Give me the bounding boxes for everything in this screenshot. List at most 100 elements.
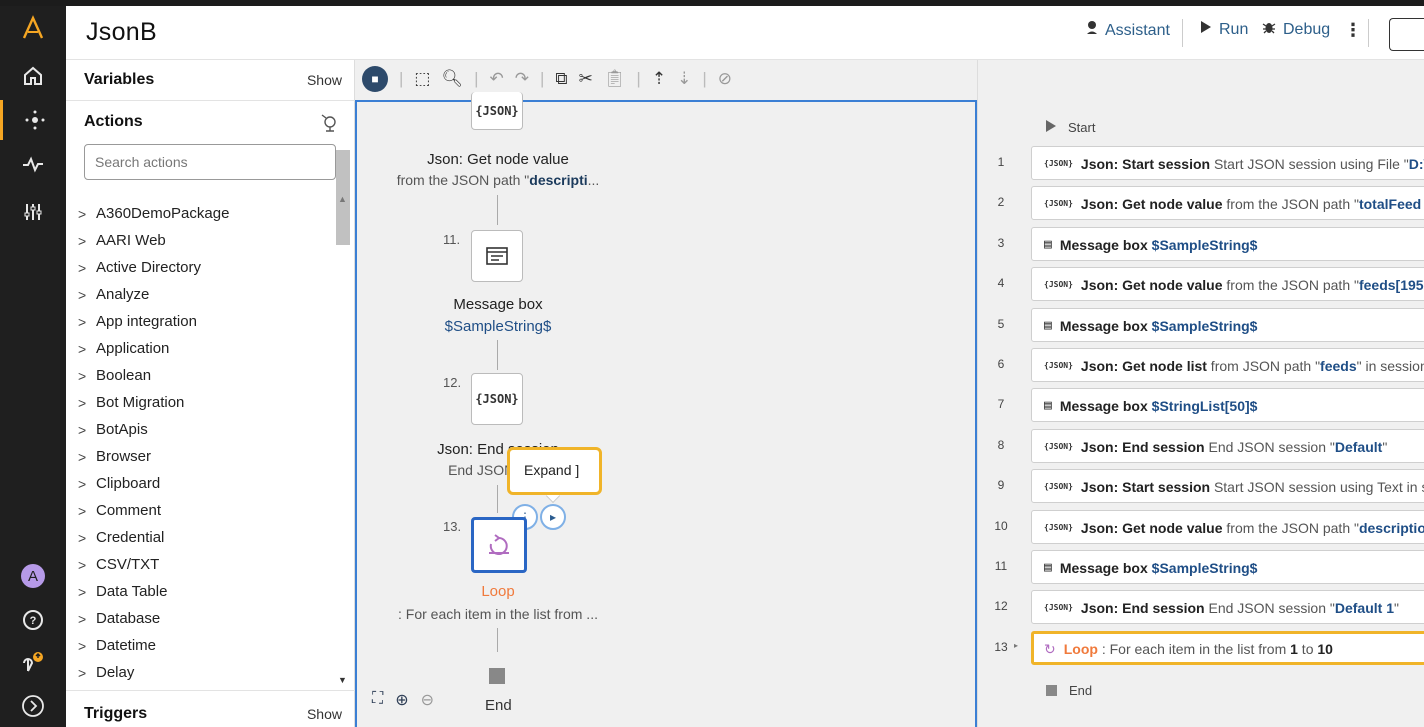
list-row[interactable]: 8 {JSON} Json: End session End JSON sessio… — [978, 426, 1424, 466]
row-card[interactable]: {JSON} Json: End session End JSON session… — [1031, 428, 1424, 463]
list-row[interactable]: 4 {JSON} Json: Get node value from the JSO… — [978, 264, 1424, 304]
close-button-partial[interactable] — [1389, 18, 1424, 51]
action-category[interactable]: > Active Directory — [78, 254, 334, 281]
action-category[interactable]: > Bot Migration — [78, 389, 334, 416]
action-category[interactable]: > Analyze — [78, 281, 334, 308]
fit-screen-icon[interactable]: ⛶ — [372, 690, 383, 710]
list-row[interactable]: 12 {JSON} Json: End session End JSON sessi… — [978, 587, 1424, 627]
expand-rail-icon[interactable] — [0, 686, 66, 726]
list-row[interactable]: 1 {JSON} Json: Start session Start JSON se… — [978, 143, 1424, 183]
logo-icon[interactable] — [0, 8, 66, 48]
action-category[interactable]: > A360DemoPackage — [78, 200, 334, 227]
list-row[interactable]: 11 ▤ Message box $SampleString$ — [978, 547, 1424, 587]
more-options-icon[interactable]: ⋮ — [1344, 20, 1362, 41]
action-text: End JSON session " — [1204, 600, 1335, 617]
expand-arrow-icon[interactable]: ▸ — [1014, 641, 1018, 650]
row-number: 9 — [997, 478, 1005, 493]
list-row[interactable]: 9 {JSON} Json: Start session Start JSON se… — [978, 466, 1424, 506]
list-row[interactable]: 2 {JSON} Json: Get node value from the JSO… — [978, 183, 1424, 223]
end-row: End — [1046, 683, 1092, 698]
redo-icon[interactable]: ↷ — [515, 69, 529, 89]
list-row[interactable]: 6 {JSON} Json: Get node list from JSON pat… — [978, 345, 1424, 385]
action-category[interactable]: > Boolean — [78, 362, 334, 389]
action-category[interactable]: > AARI Web — [78, 227, 334, 254]
bots-icon[interactable] — [0, 100, 66, 140]
move-up-icon[interactable]: ⇡ — [652, 69, 666, 89]
row-card[interactable]: ▤ Message box $SampleString$ — [1031, 226, 1424, 261]
action-category-label: Database — [96, 610, 161, 627]
list-row[interactable]: 5 ▤ Message box $SampleString$ — [978, 305, 1424, 345]
message-box-icon[interactable] — [471, 230, 523, 282]
chevron-right-icon: > — [78, 394, 87, 411]
search-icon[interactable]: 🔍︎ — [441, 69, 463, 89]
chevron-right-icon: > — [78, 286, 87, 303]
list-row[interactable]: 10 {JSON} Json: Get node value from the JS… — [978, 507, 1424, 547]
row-card[interactable]: {JSON} Json: Get node value from the JSON… — [1031, 186, 1424, 221]
home-icon[interactable] — [0, 56, 66, 96]
action-category[interactable]: > CSV/TXT — [78, 551, 334, 578]
disable-icon[interactable]: ⊘ — [718, 69, 732, 89]
scroll-down-arrow[interactable]: ▼ — [338, 675, 347, 685]
paste-icon[interactable]: 📋︎ — [604, 69, 626, 89]
chevron-right-icon: > — [78, 475, 87, 492]
zoom-out-icon[interactable]: ⊖ — [421, 690, 434, 710]
expand-node-icon[interactable]: ▸ — [540, 504, 566, 530]
action-category[interactable]: > Comment — [78, 497, 334, 524]
row-card[interactable]: ▤ Message box $StringList[50]$ — [1031, 388, 1424, 423]
json-node-icon[interactable]: {JSON} — [471, 92, 523, 130]
row-card[interactable]: {JSON} Json: Get node value from the JSON… — [1031, 267, 1424, 302]
action-value: $SampleString$ — [1151, 560, 1258, 576]
activity-icon[interactable] — [0, 144, 66, 184]
cut-icon[interactable]: ✂ — [579, 69, 593, 89]
action-category[interactable]: > Delay — [78, 659, 334, 686]
chevron-right-icon: > — [78, 421, 87, 438]
action-category-label: Clipboard — [96, 475, 161, 492]
row-card[interactable]: ▤ Message box $SampleString$ — [1031, 307, 1424, 342]
variables-show-button[interactable]: Show — [307, 72, 342, 88]
action-category-label: BotApis — [96, 421, 148, 438]
assistant-button[interactable]: Assistant — [1086, 20, 1170, 41]
row-card[interactable]: {JSON} Json: Start session Start JSON ses… — [1031, 469, 1424, 504]
json-icon: {JSON} — [1044, 441, 1073, 451]
debug-button[interactable]: Debug — [1262, 20, 1330, 39]
location-alert-icon[interactable] — [0, 642, 66, 682]
actions-heading: Actions — [84, 113, 143, 130]
search-actions-input[interactable]: Search actions — [84, 144, 336, 180]
row-card[interactable]: ▤ Message box $SampleString$ — [1031, 550, 1424, 584]
row-card[interactable]: {JSON} Json: End session End JSON session… — [1031, 590, 1424, 625]
zoom-in-icon[interactable]: ⊕ — [395, 690, 408, 710]
list-row[interactable]: 3 ▤ Message box $SampleString$ — [978, 224, 1424, 264]
scroll-up-arrow[interactable]: ▲ — [338, 194, 347, 204]
package-manager-icon[interactable] — [319, 112, 339, 137]
row-number: 2 — [997, 195, 1005, 210]
triggers-show-button[interactable]: Show — [307, 706, 342, 722]
row-card[interactable]: {JSON} Json: Start session Start JSON ses… — [1031, 146, 1424, 180]
undo-icon[interactable]: ↶ — [490, 69, 504, 89]
list-row-loop[interactable]: 13 ▸ ↻ Loop : For each item in the list … — [978, 628, 1424, 668]
record-icon[interactable]: ■ — [362, 66, 388, 92]
select-area-icon[interactable]: ⬚ — [414, 69, 430, 89]
move-down-icon[interactable]: ⇣ — [677, 69, 691, 89]
divider — [66, 100, 355, 101]
action-category[interactable]: > App integration — [78, 308, 334, 335]
action-category[interactable]: > Credential — [78, 524, 334, 551]
json-node-icon[interactable]: {JSON} — [471, 373, 523, 425]
row-card[interactable]: {JSON} Json: Get node value from the JSON… — [1031, 509, 1424, 544]
node-title: Message box — [453, 296, 543, 313]
action-category[interactable]: > Database — [78, 605, 334, 632]
run-button[interactable]: Run — [1200, 20, 1248, 39]
action-category[interactable]: > Datetime — [78, 632, 334, 659]
action-category[interactable]: > BotApis — [78, 416, 334, 443]
copy-icon[interactable]: ⧉ — [555, 69, 567, 89]
help-icon[interactable]: ? — [0, 600, 66, 640]
loop-icon[interactable] — [471, 517, 527, 573]
settings-sliders-icon[interactable] — [0, 192, 66, 232]
loop-row-card[interactable]: ↻ Loop : For each item in the list from … — [1031, 631, 1424, 665]
list-row[interactable]: 7 ▤ Message box $StringList[50]$ — [978, 385, 1424, 425]
action-category[interactable]: > Data Table — [78, 578, 334, 605]
action-category[interactable]: > Application — [78, 335, 334, 362]
node-subtitle: End JSON sessi — [448, 462, 550, 478]
avatar[interactable]: A — [0, 556, 66, 596]
row-card[interactable]: {JSON} Json: Get node list from JSON path… — [1031, 348, 1424, 382]
row-number: 5 — [997, 316, 1005, 331]
